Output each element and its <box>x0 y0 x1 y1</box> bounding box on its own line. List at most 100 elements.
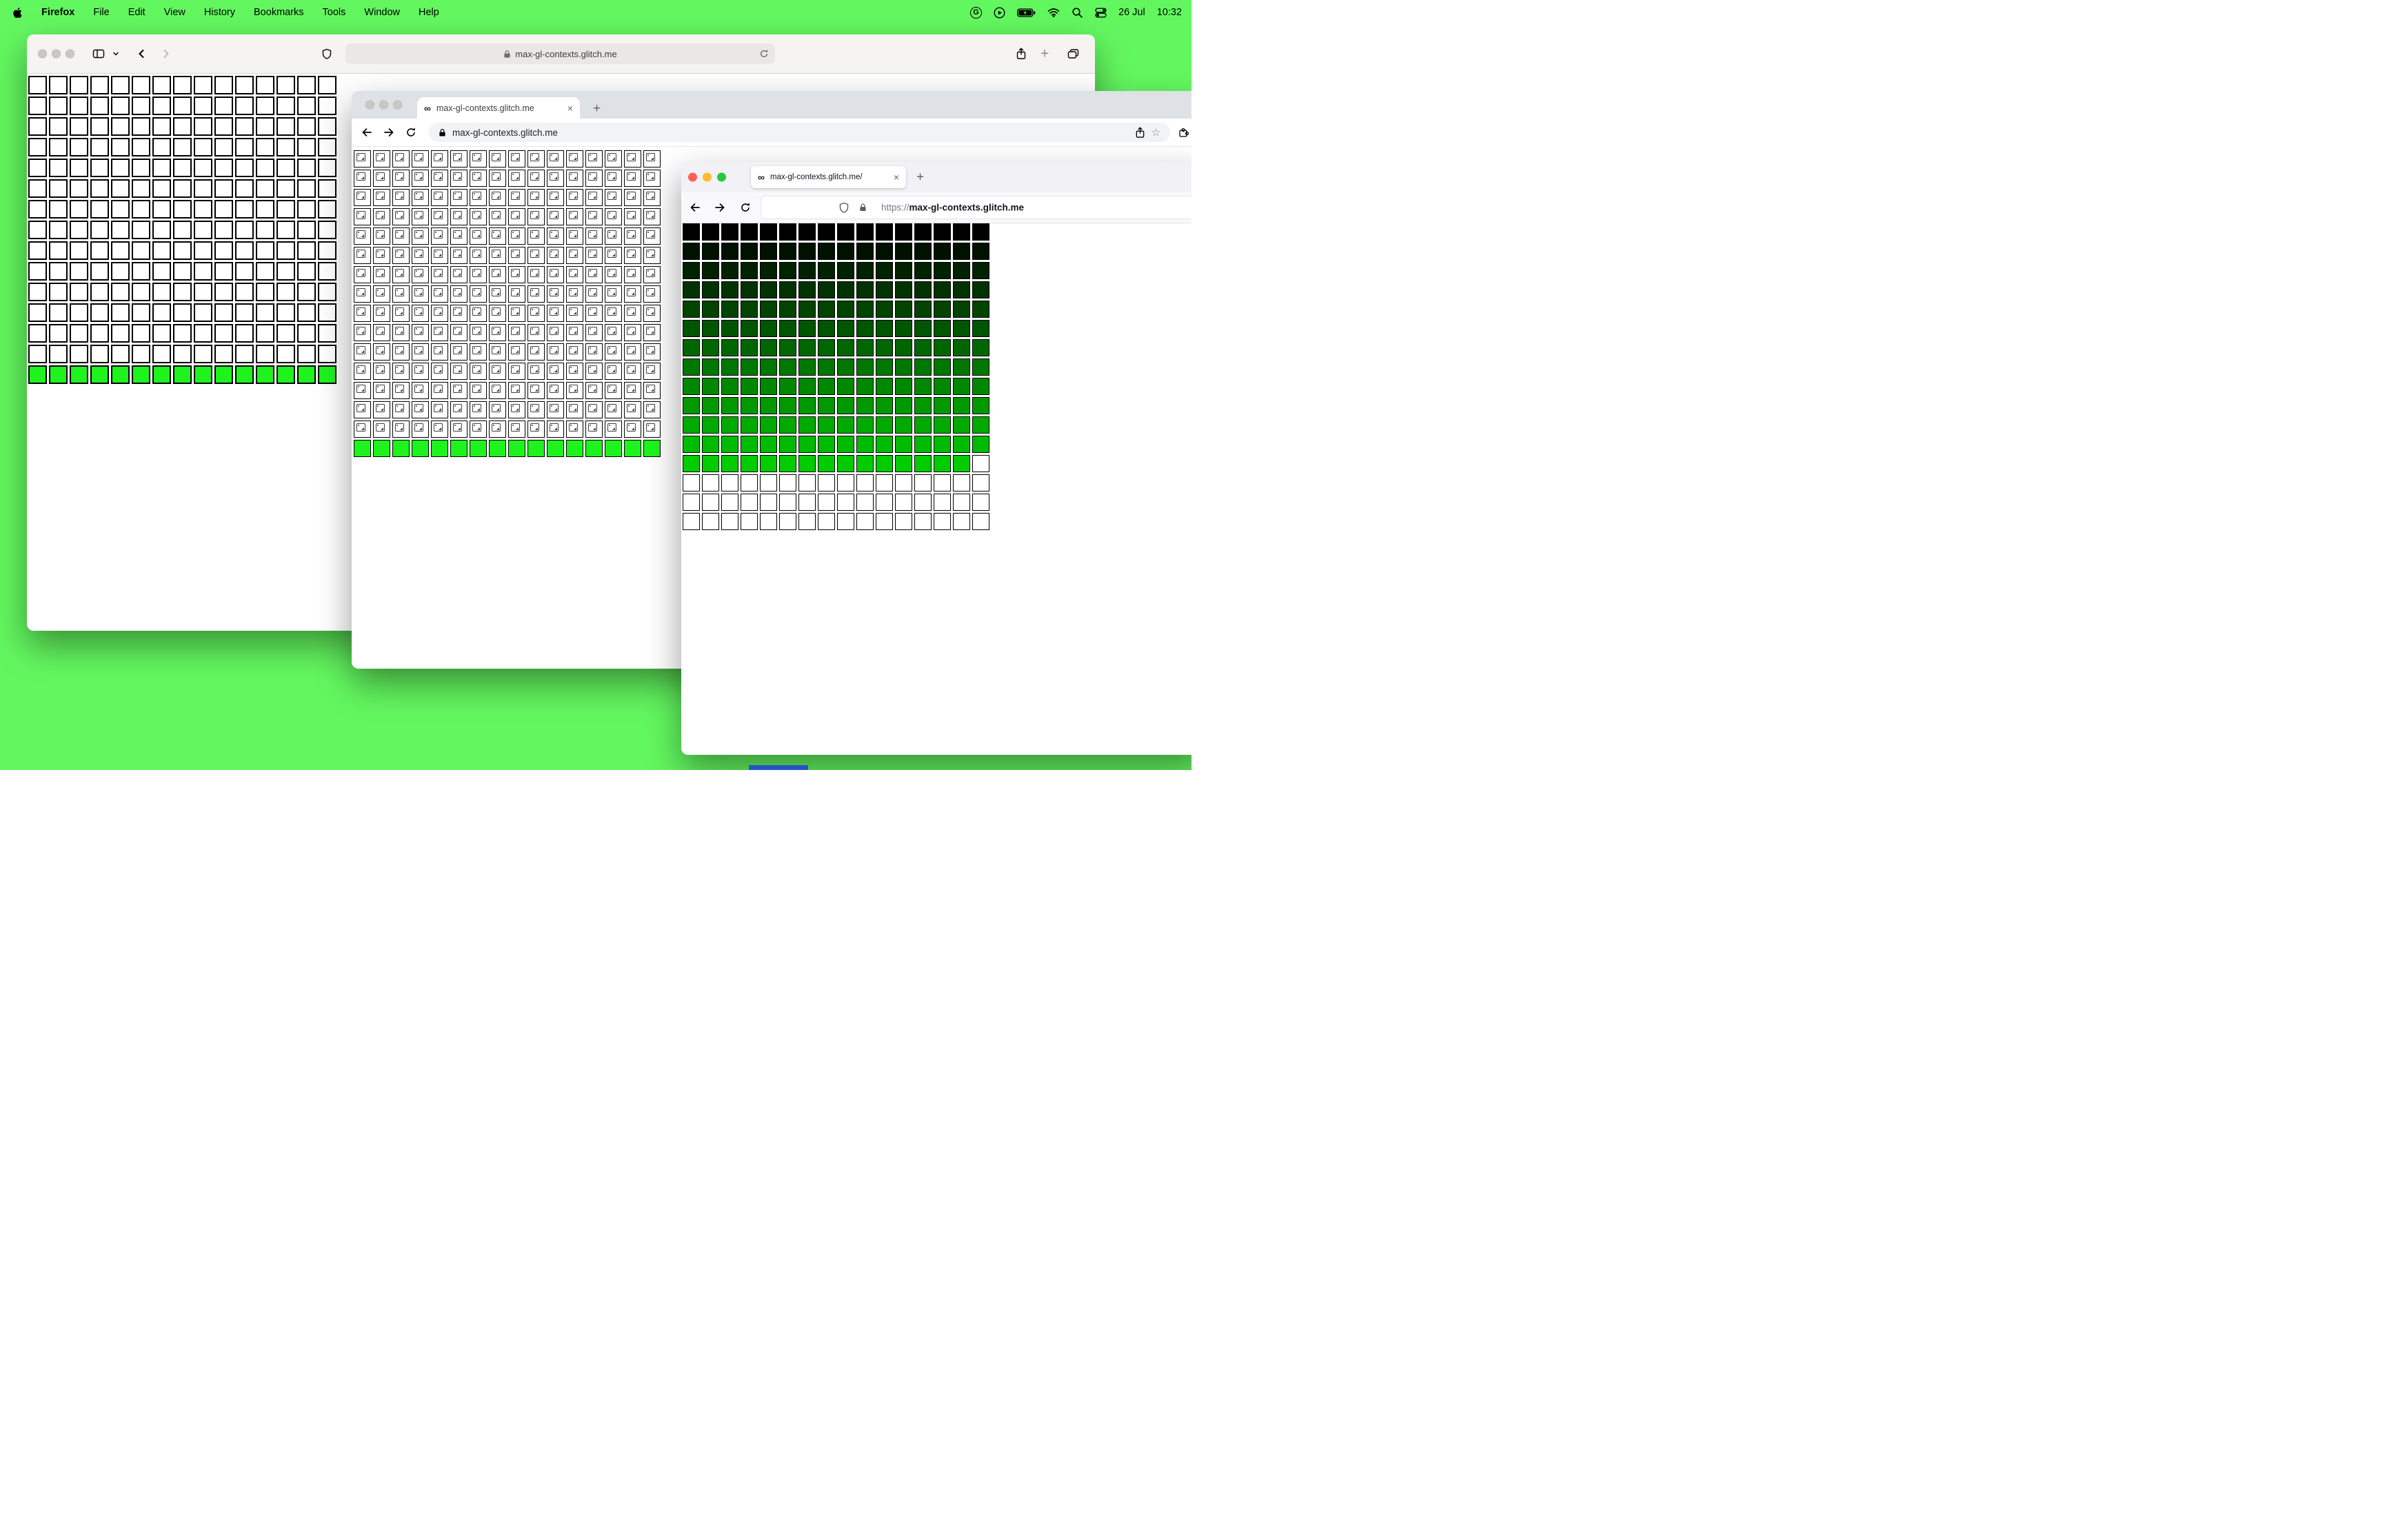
grid-cell <box>683 455 700 472</box>
broken-image-icon <box>452 268 462 277</box>
wifi-icon[interactable] <box>1047 8 1060 17</box>
chrome-active-tab[interactable]: ∞ max-gl-contexts.glitch.me × <box>417 97 580 119</box>
menu-bar-clock[interactable]: 10:32 <box>1157 7 1182 18</box>
minimize-window-button[interactable] <box>379 100 388 110</box>
sidebar-toggle-icon[interactable] <box>92 48 105 60</box>
back-button[interactable] <box>690 202 701 213</box>
broken-image-tile <box>605 170 622 187</box>
menu-app-name[interactable]: Firefox <box>41 7 74 18</box>
grid-cell <box>953 397 970 414</box>
menu-file[interactable]: File <box>93 7 109 18</box>
minimize-window-button[interactable] <box>52 49 61 59</box>
grid-cell <box>856 223 874 241</box>
grid-cell <box>111 138 130 156</box>
privacy-shield-icon[interactable] <box>321 48 332 59</box>
chrome-broken-image-grid <box>354 150 661 457</box>
play-icon[interactable] <box>994 7 1005 19</box>
broken-image-tile <box>373 421 390 438</box>
grid-cell <box>876 320 893 337</box>
grid-cell <box>318 283 336 301</box>
grid-cell <box>798 281 816 298</box>
forward-button[interactable] <box>161 48 172 59</box>
menu-tools[interactable]: Tools <box>323 7 346 18</box>
broken-image-icon <box>375 365 385 374</box>
grid-cell <box>28 303 47 322</box>
reload-icon[interactable] <box>405 127 416 138</box>
broken-image-tile <box>392 189 410 206</box>
grid-cell <box>111 76 130 94</box>
broken-image-tile <box>392 305 410 322</box>
spotlight-search-icon[interactable] <box>1072 7 1083 19</box>
broken-image-icon <box>645 249 655 258</box>
back-button[interactable] <box>136 48 147 59</box>
menu-bookmarks[interactable]: Bookmarks <box>254 7 304 18</box>
share-icon[interactable] <box>1135 127 1145 139</box>
battery-icon[interactable] <box>1017 8 1036 17</box>
broken-image-tile <box>527 247 545 264</box>
reload-icon[interactable] <box>759 49 769 59</box>
broken-image-tile <box>450 401 467 418</box>
new-tab-button[interactable]: + <box>1040 47 1049 61</box>
broken-image-icon <box>587 268 597 277</box>
extensions-puzzle-icon[interactable] <box>1178 127 1189 138</box>
grid-cell <box>721 455 738 472</box>
broken-image-icon <box>472 326 481 335</box>
menu-view[interactable]: View <box>164 7 185 18</box>
tracking-shield-icon[interactable] <box>838 202 849 213</box>
grid-cell <box>152 179 171 198</box>
safari-address-bar[interactable]: max-gl-contexts.glitch.me <box>345 43 775 64</box>
tab-close-icon[interactable]: × <box>567 103 573 113</box>
tab-close-icon[interactable]: × <box>894 172 899 182</box>
broken-image-tile <box>527 421 545 438</box>
broken-image-tile <box>547 305 564 322</box>
menu-window[interactable]: Window <box>364 7 400 18</box>
new-tab-button[interactable]: + <box>593 102 601 115</box>
grid-cell <box>173 283 192 301</box>
grid-cell <box>49 159 68 177</box>
zoom-window-button[interactable] <box>66 49 74 59</box>
broken-image-tile <box>643 208 661 225</box>
broken-image-icon <box>433 230 443 239</box>
firefox-traffic-lights <box>688 172 726 182</box>
close-window-button[interactable] <box>365 100 374 110</box>
share-icon[interactable] <box>1016 48 1027 60</box>
broken-image-tile <box>605 382 622 399</box>
broken-image-icon <box>626 326 636 335</box>
firefox-active-tab[interactable]: ∞ max-gl-contexts.glitch.me/ × <box>751 166 906 188</box>
menu-edit[interactable]: Edit <box>128 7 145 18</box>
firefox-address-bar[interactable]: https://max-gl-contexts.glitch.me <box>761 196 1192 219</box>
reload-icon[interactable] <box>740 202 751 213</box>
broken-image-tile <box>450 421 467 438</box>
close-window-button[interactable] <box>38 49 47 59</box>
broken-image-tile <box>585 324 603 341</box>
grid-cell <box>28 76 47 94</box>
minimize-window-button[interactable] <box>703 172 712 182</box>
new-tab-button[interactable]: + <box>916 171 924 184</box>
close-window-button[interactable] <box>688 172 697 182</box>
zoom-window-button[interactable] <box>393 100 402 110</box>
forward-button[interactable] <box>383 127 394 138</box>
chrome-address-bar[interactable]: max-gl-contexts.glitch.me ☆ <box>429 123 1170 142</box>
forward-button[interactable] <box>714 202 725 213</box>
grid-cell <box>173 324 192 343</box>
grid-cell <box>111 159 130 177</box>
broken-image-tile <box>605 227 622 245</box>
zoom-window-button[interactable] <box>717 172 726 182</box>
grid-cell <box>741 262 758 279</box>
broken-image-tile <box>566 150 583 168</box>
menu-bar-date[interactable]: 26 Jul <box>1118 7 1145 18</box>
menu-help[interactable]: Help <box>419 7 439 18</box>
google-icon[interactable]: G <box>970 6 982 19</box>
broken-image-icon <box>645 210 655 219</box>
control-center-icon[interactable] <box>1095 7 1107 19</box>
menu-history[interactable]: History <box>204 7 235 18</box>
grid-cell <box>856 494 874 511</box>
bookmark-star-icon[interactable]: ☆ <box>1152 126 1160 139</box>
broken-image-icon <box>607 287 616 296</box>
grid-cell <box>173 138 192 156</box>
back-button[interactable] <box>361 127 372 138</box>
tab-overview-icon[interactable] <box>1067 49 1079 59</box>
chevron-down-icon[interactable] <box>112 50 119 57</box>
apple-menu-icon[interactable] <box>12 7 23 19</box>
broken-image-tile <box>373 343 390 361</box>
